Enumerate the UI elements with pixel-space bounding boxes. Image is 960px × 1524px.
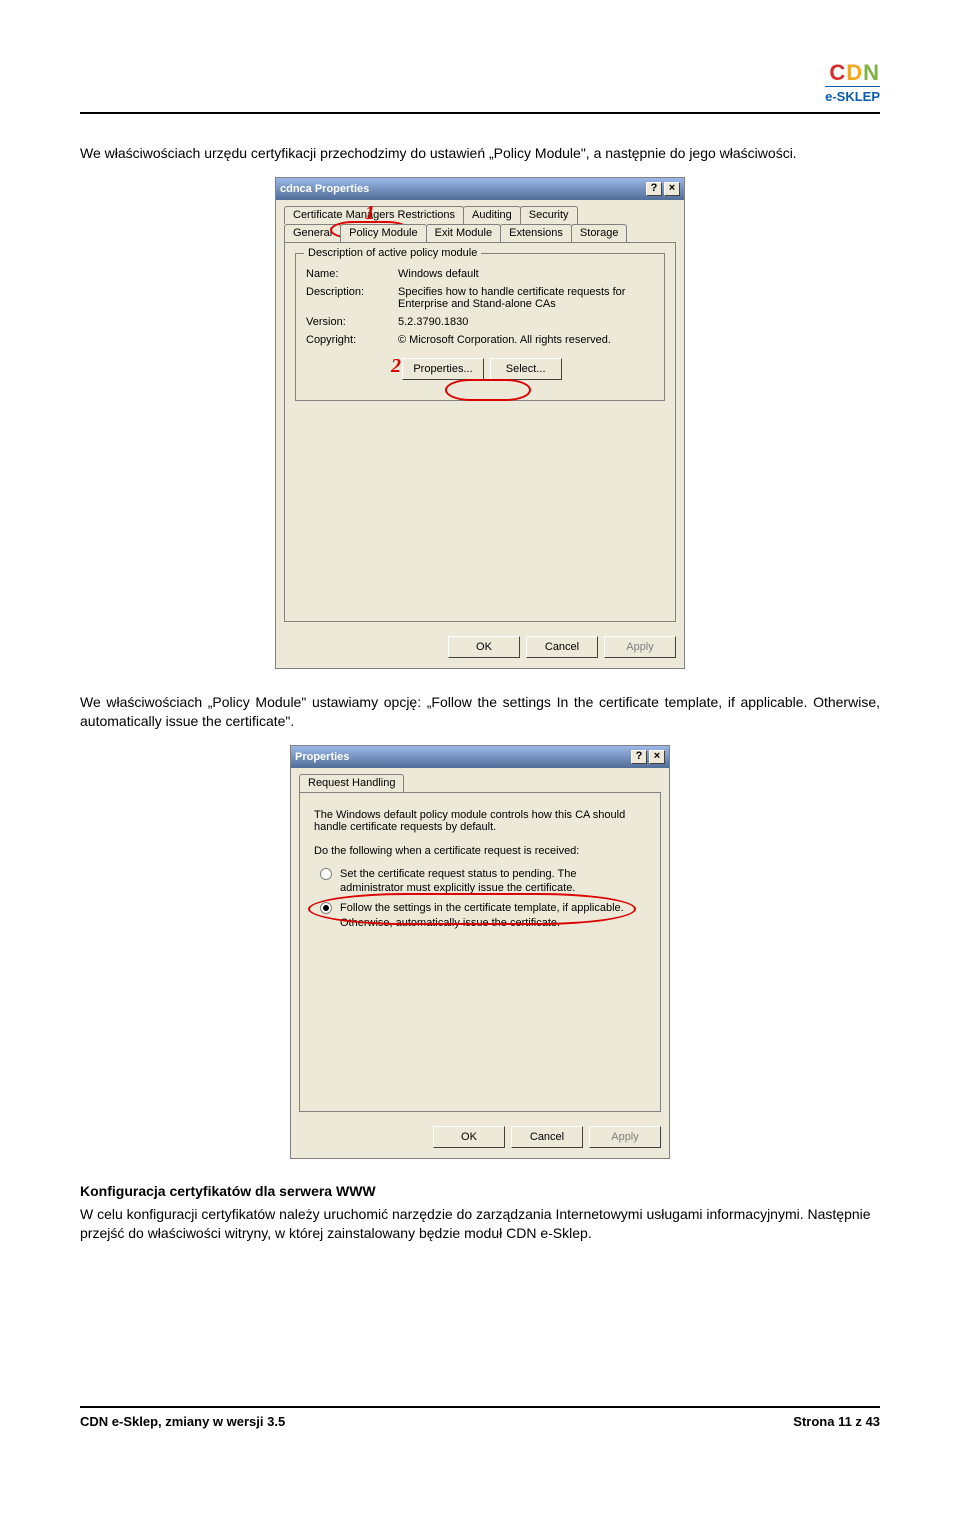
apply-button[interactable]: Apply: [604, 636, 676, 658]
tab-general[interactable]: General: [284, 224, 341, 242]
footer-left: CDN e-Sklep, zmiany w wersji 3.5: [80, 1414, 285, 1429]
close-button[interactable]: ×: [649, 750, 665, 764]
logo-d: D: [846, 60, 863, 85]
tab-exit-module[interactable]: Exit Module: [426, 224, 501, 242]
ok-button[interactable]: OK: [448, 636, 520, 658]
version-value: 5.2.3790.1830: [398, 316, 654, 328]
intro-text-2: Do the following when a certificate requ…: [314, 845, 646, 857]
tab-auditing[interactable]: Auditing: [463, 206, 521, 224]
help-button[interactable]: ?: [631, 750, 647, 764]
titlebar: Properties ? ×: [291, 746, 669, 768]
paragraph-2: We właściwościach „Policy Module" ustawi…: [80, 693, 880, 731]
radio-icon: [320, 868, 332, 880]
tab-content: Description of active policy module Name…: [284, 242, 676, 622]
groupbox-legend: Description of active policy module: [304, 247, 481, 259]
tab-content: The Windows default policy module contro…: [299, 792, 661, 1112]
dialog-properties: Properties ? × Request Handling The Wind…: [290, 745, 670, 1159]
cancel-button[interactable]: Cancel: [511, 1126, 583, 1148]
tab-policy-module[interactable]: Policy Module: [340, 224, 426, 242]
radio-pending-label: Set the certificate request status to pe…: [340, 867, 640, 896]
tab-request-handling[interactable]: Request Handling: [299, 774, 404, 792]
ok-button[interactable]: OK: [433, 1126, 505, 1148]
copyright-label: Copyright:: [306, 334, 398, 346]
annotation-numeral-1: 1: [365, 202, 375, 225]
radio-follow-template-label: Follow the settings in the certificate t…: [340, 901, 640, 930]
radio-icon: [320, 902, 332, 914]
paragraph-1: We właściwościach urzędu certyfikacji pr…: [80, 144, 880, 163]
annotation-numeral-2: 2: [391, 355, 401, 378]
brand-logo: CDN e-SKLEP: [825, 60, 880, 104]
tabs-bottom-row: General Policy Module Exit Module Extens…: [276, 224, 684, 242]
window-title: Properties: [295, 751, 349, 763]
titlebar: cdnca Properties ? ×: [276, 178, 684, 200]
close-button[interactable]: ×: [664, 182, 680, 196]
section-heading: Konfiguracja certyfikatów dla serwera WW…: [80, 1183, 880, 1199]
header-rule: [80, 112, 880, 114]
name-label: Name:: [306, 268, 398, 280]
tab-extensions[interactable]: Extensions: [500, 224, 572, 242]
dialog-cdnca-properties: cdnca Properties ? × Certificate Manager…: [275, 177, 685, 669]
page-footer: CDN e-Sklep, zmiany w wersji 3.5 Strona …: [80, 1408, 880, 1429]
select-button[interactable]: Select...: [490, 358, 562, 380]
radio-follow-template[interactable]: Follow the settings in the certificate t…: [320, 901, 640, 930]
tabs-top-row: Certificate Managers Restrictions Auditi…: [276, 200, 684, 224]
logo-n: N: [863, 60, 880, 85]
paragraph-3: W celu konfiguracji certyfikatów należy …: [80, 1205, 880, 1243]
description-label: Description:: [306, 286, 398, 310]
properties-button[interactable]: Properties...: [402, 358, 483, 380]
tab-security[interactable]: Security: [520, 206, 578, 224]
page-header: CDN e-SKLEP: [80, 60, 880, 112]
radio-pending[interactable]: Set the certificate request status to pe…: [320, 867, 640, 896]
intro-text-1: The Windows default policy module contro…: [314, 809, 646, 833]
apply-button[interactable]: Apply: [589, 1126, 661, 1148]
help-button[interactable]: ?: [646, 182, 662, 196]
description-value: Specifies how to handle certificate requ…: [398, 286, 654, 310]
version-label: Version:: [306, 316, 398, 328]
dialog-button-row: OK Cancel Apply: [291, 1120, 669, 1158]
logo-c: C: [829, 60, 846, 85]
copyright-value: © Microsoft Corporation. All rights rese…: [398, 334, 654, 346]
description-groupbox: Description of active policy module Name…: [295, 253, 665, 401]
window-title: cdnca Properties: [280, 183, 369, 195]
logo-subtitle: e-SKLEP: [825, 86, 880, 104]
tabs-row: Request Handling: [291, 768, 669, 792]
cancel-button[interactable]: Cancel: [526, 636, 598, 658]
name-value: Windows default: [398, 268, 654, 280]
footer-right: Strona 11 z 43: [793, 1414, 880, 1429]
tab-storage[interactable]: Storage: [571, 224, 628, 242]
dialog-button-row: OK Cancel Apply: [276, 630, 684, 668]
